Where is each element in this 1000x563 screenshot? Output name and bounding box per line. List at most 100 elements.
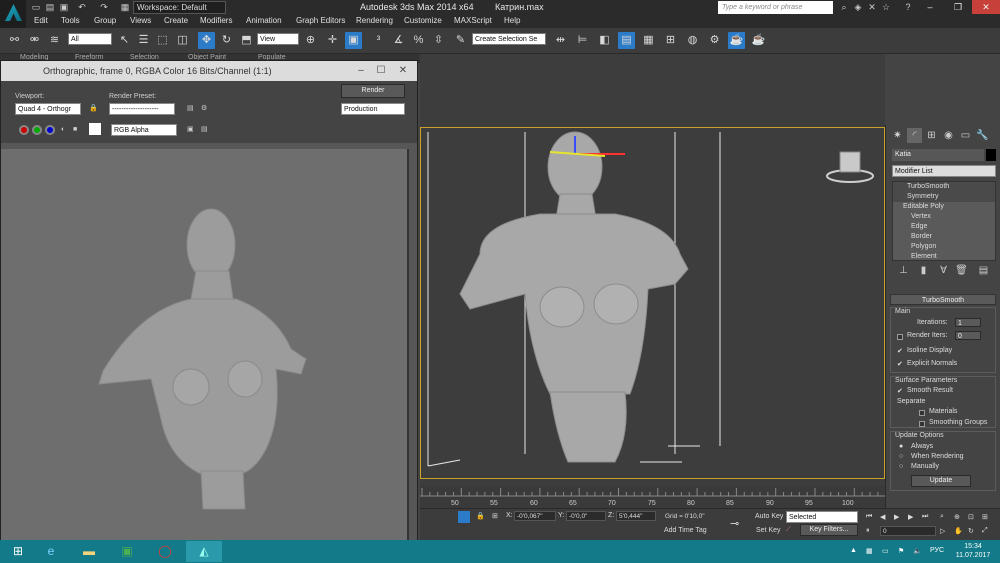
window-crossing-icon[interactable]: ◫ xyxy=(174,32,191,49)
opera-icon[interactable]: ◯ xyxy=(147,541,183,562)
toggle-ui-overlay-icon[interactable]: ▣ xyxy=(187,125,194,133)
lock-icon[interactable]: 🔒 xyxy=(89,104,98,112)
current-frame-field[interactable]: 0 xyxy=(880,526,936,536)
edit-named-selection-icon[interactable]: ✎ xyxy=(452,32,469,49)
select-rotate-icon[interactable]: ↻ xyxy=(218,32,235,49)
menu-create[interactable]: Create xyxy=(164,16,188,25)
object-color-swatch[interactable] xyxy=(986,149,996,161)
smoothing-groups-checkbox[interactable] xyxy=(919,421,925,427)
render-setup-icon[interactable]: ⚙ xyxy=(706,32,723,49)
graphite-modeling-icon[interactable]: ▤ xyxy=(618,32,635,49)
workspace-dropdown[interactable]: Workspace: Default xyxy=(133,1,226,14)
configure-sets-icon[interactable]: ▤ xyxy=(976,263,991,278)
snaps-toggle-icon[interactable]: ³ xyxy=(370,32,387,49)
internet-explorer-icon[interactable]: e xyxy=(33,541,69,562)
pan-icon[interactable]: ✋ xyxy=(954,527,963,535)
monochrome-icon[interactable]: ■ xyxy=(73,126,77,133)
viewcube-icon[interactable] xyxy=(826,151,874,183)
bind-space-warp-icon[interactable]: ≋ xyxy=(46,32,63,49)
utilities-tab-icon[interactable]: 🔧 xyxy=(975,128,990,143)
open-icon[interactable]: ▤ xyxy=(45,2,55,12)
select-manipulate-icon[interactable]: ✛ xyxy=(324,32,341,49)
subscription-icon[interactable]: ◈ xyxy=(852,2,864,13)
selection-lock-icon[interactable]: 🔒 xyxy=(476,512,485,520)
channel-display-dropdown[interactable]: RGB Alpha xyxy=(111,124,177,136)
pin-stack-icon[interactable]: ⊥ xyxy=(896,263,911,278)
frame-minimize-button[interactable]: – xyxy=(353,64,369,77)
play-icon[interactable]: ▶ xyxy=(894,513,899,521)
select-scale-icon[interactable]: ⬒ xyxy=(238,32,255,49)
x-coordinate-field[interactable]: -0'0,067" xyxy=(514,511,556,521)
select-object-icon[interactable]: ↖ xyxy=(116,32,133,49)
maximize-viewport-icon[interactable]: ⤢ xyxy=(982,527,988,535)
help-icon[interactable]: ? xyxy=(902,2,914,13)
app-menu-button[interactable] xyxy=(0,0,26,28)
frame-maximize-button[interactable]: ☐ xyxy=(373,64,389,77)
always-radio[interactable]: ● xyxy=(899,443,903,450)
stack-polygon[interactable]: Polygon xyxy=(893,242,995,252)
stack-turbosmooth[interactable]: TurboSmooth xyxy=(893,182,995,192)
mirror-icon[interactable]: ⇹ xyxy=(552,32,569,49)
production-dropdown[interactable]: Production xyxy=(341,103,405,115)
curve-editor-icon[interactable]: ▦ xyxy=(640,32,657,49)
orbit-icon[interactable]: ↻ xyxy=(968,527,974,535)
save-icon[interactable]: ▣ xyxy=(59,2,69,12)
make-unique-icon[interactable]: ∀ xyxy=(936,263,951,278)
female-torso-model[interactable] xyxy=(459,131,689,463)
render-button[interactable]: Render xyxy=(341,84,405,98)
file-explorer-icon[interactable]: ▬ xyxy=(71,541,107,562)
stack-edge[interactable]: Edge xyxy=(893,222,995,232)
menu-group[interactable]: Group xyxy=(94,16,116,25)
hierarchy-tab-icon[interactable]: ⊞ xyxy=(924,128,939,143)
stack-editable-poly[interactable]: Editable Poly xyxy=(893,202,995,212)
update-button[interactable]: Update xyxy=(911,475,971,487)
y-coordinate-field[interactable]: -0'0,0" xyxy=(566,511,606,521)
3dsmax-taskbar-icon[interactable]: ◭ xyxy=(186,541,222,562)
key-selection-dropdown[interactable]: Selected xyxy=(786,511,858,523)
redo-icon[interactable]: ↷ xyxy=(99,2,109,12)
go-to-start-icon[interactable]: ⏮ xyxy=(866,513,872,521)
remove-modifier-icon[interactable]: 🗑 xyxy=(954,263,969,278)
explicit-normals-checkbox[interactable]: ✔ xyxy=(897,360,903,368)
zoom-all-icon[interactable]: ⊕ xyxy=(954,513,960,521)
red-channel-toggle[interactable] xyxy=(19,125,29,135)
isoline-checkbox[interactable]: ✔ xyxy=(897,347,903,355)
undo-icon[interactable]: ↶ xyxy=(77,2,87,12)
select-move-icon[interactable]: ✥ xyxy=(198,32,215,49)
go-to-end-icon[interactable]: ⏭ xyxy=(922,513,928,521)
key-filters-button[interactable]: Key Filters... xyxy=(800,524,858,536)
menu-help[interactable]: Help xyxy=(504,16,520,25)
spinner-snap-icon[interactable]: ⇳ xyxy=(430,32,447,49)
smooth-result-checkbox[interactable]: ✔ xyxy=(897,387,903,395)
menu-modifiers[interactable]: Modifiers xyxy=(200,16,232,25)
perspective-viewport[interactable] xyxy=(420,54,885,486)
key-mode-icon[interactable]: ⏸ xyxy=(866,527,870,535)
toggle-ui-icon[interactable]: ▤ xyxy=(201,125,208,133)
track-bar[interactable]: 50 55 60 65 70 75 80 85 90 95 100 xyxy=(420,486,885,508)
next-frame-icon[interactable]: ▶ xyxy=(908,513,913,521)
layer-manager-icon[interactable]: ◧ xyxy=(596,32,613,49)
display-tab-icon[interactable]: ▭ xyxy=(958,128,973,143)
menu-views[interactable]: Views xyxy=(130,16,151,25)
keyboard-shortcut-override-icon[interactable]: ▣ xyxy=(345,32,362,49)
unlink-icon[interactable]: ⚮ xyxy=(26,32,43,49)
search-icon[interactable]: ⌕ xyxy=(838,2,850,13)
previous-frame-icon[interactable]: ◀ xyxy=(880,513,885,521)
menu-graph-editors[interactable]: Graph Editors xyxy=(296,16,345,25)
communication-icon[interactable]: ✕ xyxy=(866,2,878,13)
stack-border[interactable]: Border xyxy=(893,232,995,242)
default-tangent-icon[interactable]: ⟋ xyxy=(786,526,791,534)
absolute-mode-icon[interactable]: ⊞ xyxy=(492,512,498,520)
zoom-icon[interactable]: ⌕ xyxy=(940,513,944,521)
search-input[interactable]: Type a keyword or phrase xyxy=(718,1,833,14)
menu-customize[interactable]: Customize xyxy=(404,16,442,25)
menu-rendering[interactable]: Rendering xyxy=(356,16,393,25)
store-icon[interactable]: ▣ xyxy=(109,541,145,562)
zoom-extents-icon[interactable]: ⊡ xyxy=(968,513,974,521)
new-icon[interactable]: ▭ xyxy=(31,2,41,12)
materials-checkbox[interactable] xyxy=(919,410,925,416)
material-editor-icon[interactable]: ◍ xyxy=(684,32,701,49)
restore-button[interactable]: ❐ xyxy=(944,0,972,14)
menu-tools[interactable]: Tools xyxy=(61,16,80,25)
render-iters-spinner[interactable]: 0 xyxy=(955,331,981,340)
